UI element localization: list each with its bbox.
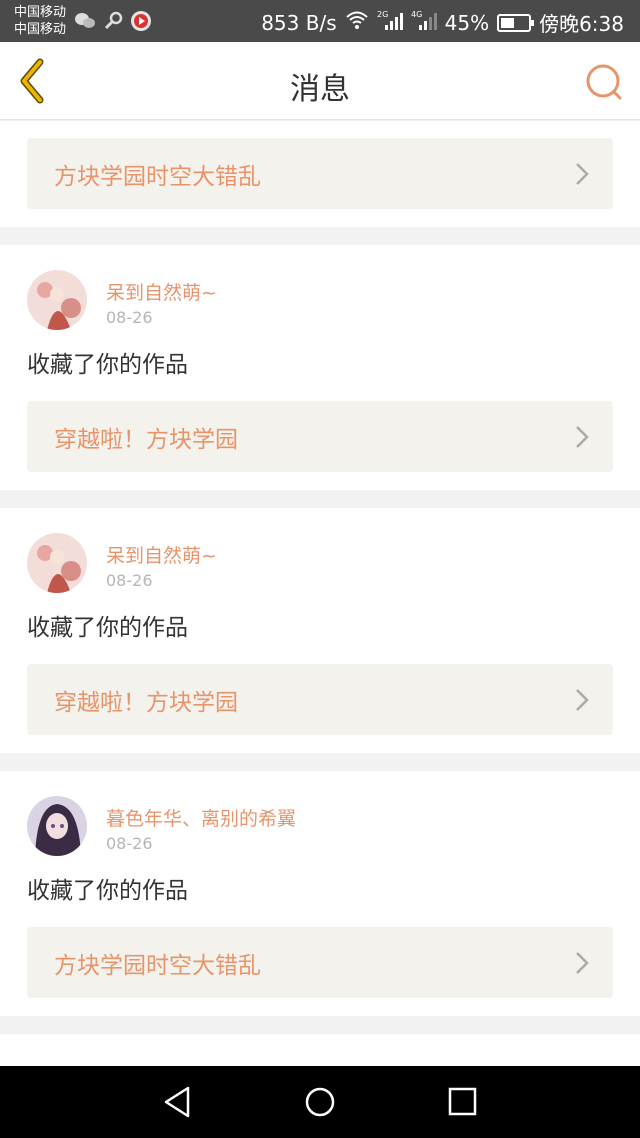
work-title: 穿越啦！方块学园 bbox=[54, 689, 238, 716]
carrier-2: 中国移动 bbox=[14, 22, 67, 37]
signal-4g-icon: 4G bbox=[411, 9, 437, 36]
system-nav-bar bbox=[0, 1066, 640, 1138]
circle-home-icon bbox=[305, 1087, 335, 1117]
network-speed: 853 B/s bbox=[261, 10, 337, 35]
music-app-icon bbox=[130, 10, 152, 32]
message-card: 呆到自然萌~ 08-26 收藏了你的作品 穿越啦！方块学园 bbox=[0, 508, 640, 753]
message-text: 收藏了你的作品 bbox=[27, 878, 188, 904]
svg-text:2G: 2G bbox=[377, 10, 388, 19]
search-button[interactable] bbox=[582, 60, 626, 104]
message-date: 08-26 bbox=[106, 571, 153, 590]
avatar[interactable] bbox=[27, 533, 87, 593]
battery-percent: 45% bbox=[444, 10, 490, 35]
message-text: 收藏了你的作品 bbox=[27, 615, 188, 641]
message-card: 方块学园时空大错乱 bbox=[0, 121, 640, 227]
chevron-right-icon bbox=[576, 689, 589, 711]
chevron-right-icon bbox=[576, 952, 589, 974]
clock: 傍晚6:38 bbox=[539, 12, 624, 36]
message-date: 08-26 bbox=[106, 834, 153, 853]
username[interactable]: 呆到自然萌~ bbox=[106, 278, 217, 305]
square-recents-icon bbox=[448, 1087, 477, 1116]
svg-text:4G: 4G bbox=[411, 10, 422, 19]
chevron-right-icon bbox=[576, 163, 589, 185]
wifi-icon bbox=[345, 10, 369, 35]
message-date: 08-26 bbox=[106, 308, 153, 327]
work-title: 方块学园时空大错乱 bbox=[54, 952, 261, 979]
username[interactable]: 暮色年华、离别的希翼 bbox=[106, 804, 296, 831]
work-link[interactable]: 方块学园时空大错乱 bbox=[27, 927, 613, 998]
triangle-back-icon bbox=[164, 1086, 190, 1118]
carrier-info: 中国移动 中国移动 bbox=[14, 4, 66, 38]
battery-icon bbox=[497, 13, 535, 32]
work-title: 方块学园时空大错乱 bbox=[54, 163, 261, 190]
message-card: 呆到自然萌~ 08-26 收藏了你的作品 穿越啦！方块学园 bbox=[0, 245, 640, 490]
message-header: 呆到自然萌~ 08-26 bbox=[27, 245, 613, 345]
carrier-1: 中国移动 bbox=[14, 5, 67, 20]
message-card bbox=[0, 1034, 640, 1066]
work-title: 穿越啦！方块学园 bbox=[54, 426, 238, 453]
message-text: 收藏了你的作品 bbox=[27, 352, 188, 378]
status-bar: 中国移动 中国移动 853 B/s 2G 4G 45% 傍晚6:38 bbox=[0, 0, 640, 42]
message-card: 暮色年华、离别的希翼 08-26 收藏了你的作品 方块学园时空大错乱 bbox=[0, 771, 640, 1016]
page-title: 消息 bbox=[290, 72, 350, 107]
avatar[interactable] bbox=[27, 796, 87, 856]
nav-home-button[interactable] bbox=[300, 1084, 340, 1120]
nav-recents-button[interactable] bbox=[442, 1084, 482, 1120]
work-link[interactable]: 穿越啦！方块学园 bbox=[27, 664, 613, 735]
message-header: 暮色年华、离别的希翼 08-26 bbox=[27, 771, 613, 871]
message-header: 呆到自然萌~ 08-26 bbox=[27, 508, 613, 608]
key-icon bbox=[102, 10, 124, 32]
app-header: 消息 bbox=[0, 42, 640, 120]
search-icon bbox=[586, 64, 622, 100]
wechat-icon bbox=[74, 10, 96, 32]
avatar[interactable] bbox=[27, 270, 87, 330]
signal-2g-icon: 2G bbox=[377, 9, 403, 36]
chevron-right-icon bbox=[576, 426, 589, 448]
username[interactable]: 呆到自然萌~ bbox=[106, 541, 217, 568]
message-list[interactable]: 方块学园时空大错乱 呆到自然萌~ 08-26 收藏了你的作品 穿越啦！方块学园 … bbox=[0, 121, 640, 1066]
work-link[interactable]: 穿越啦！方块学园 bbox=[27, 401, 613, 472]
nav-back-button[interactable] bbox=[158, 1084, 198, 1120]
work-link[interactable]: 方块学园时空大错乱 bbox=[27, 138, 613, 209]
